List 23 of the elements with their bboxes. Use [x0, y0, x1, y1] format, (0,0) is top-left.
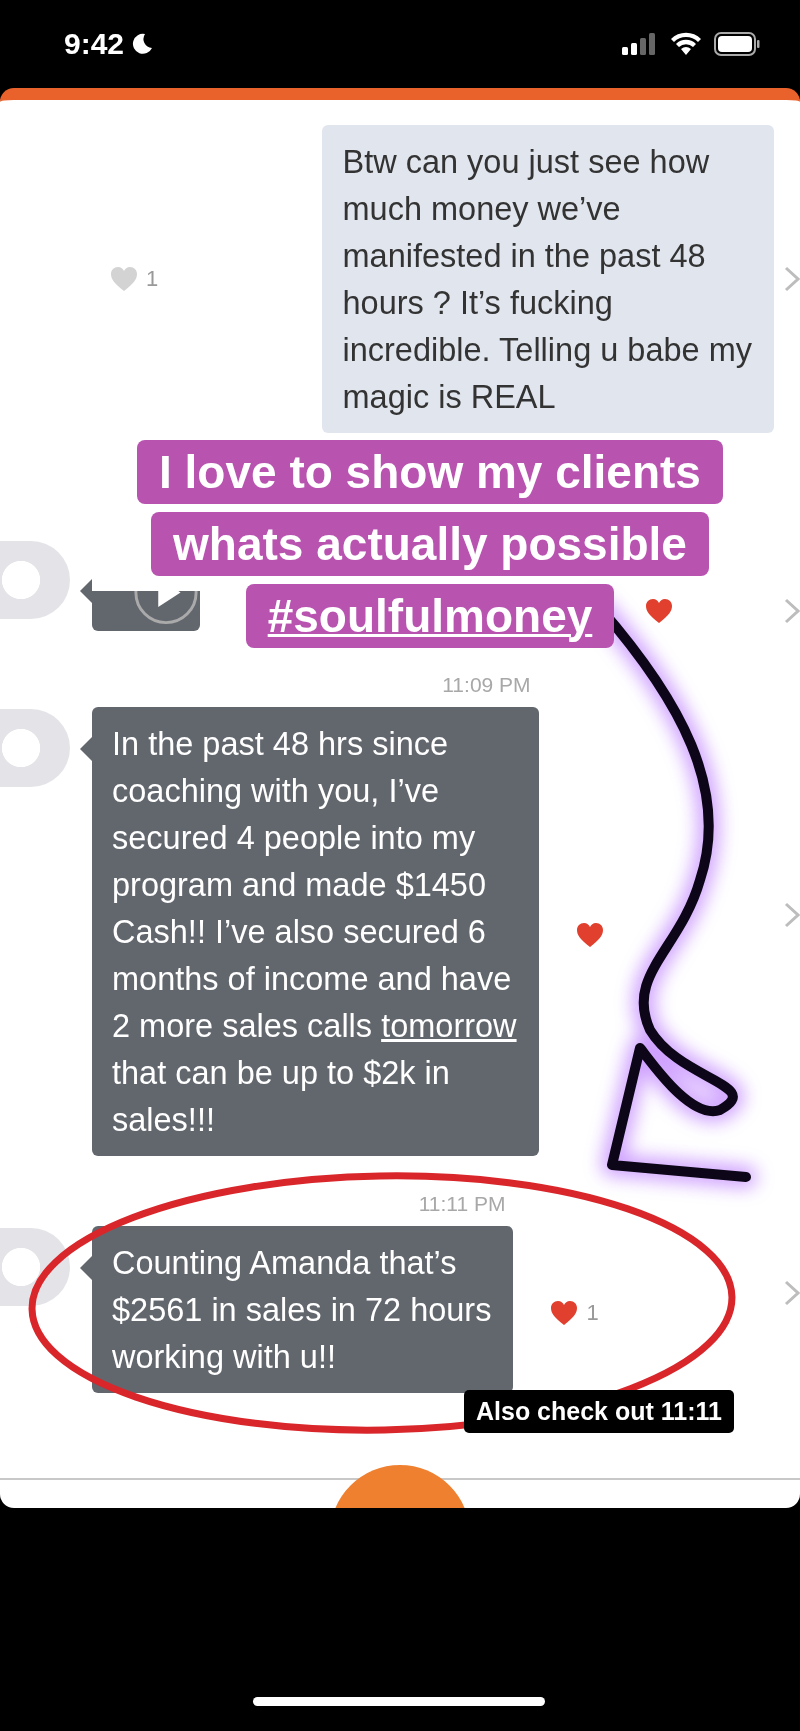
play-icon[interactable]	[132, 591, 200, 627]
message-text: Counting Amanda that’s $2561 in sales in 72 hours working with u!!	[92, 1226, 514, 1393]
chevron-right-icon[interactable]	[784, 598, 800, 624]
chevron-right-icon[interactable]	[784, 266, 800, 292]
heart-icon[interactable]	[645, 598, 673, 624]
signal-icon	[622, 32, 658, 56]
sticker-text: I love to show my clients whats actually possible #soulfulmoney	[70, 436, 790, 652]
battery-icon	[714, 32, 760, 56]
caption-text: Also check out 11:11	[464, 1390, 734, 1433]
clock-time: 9:42	[64, 27, 125, 61]
wifi-icon	[670, 32, 702, 56]
message-text: Btw can you just see how much money we’ve manifested in the past 48 hours ? It’s fucking incredible. Telling u babe my magic is REAL	[322, 125, 774, 433]
heart-icon[interactable]	[550, 1299, 579, 1326]
chevron-right-icon[interactable]	[784, 901, 800, 928]
timestamp: 11:09 PM	[442, 673, 531, 697]
heart-icon[interactable]	[575, 921, 604, 948]
message-text: In the past 48 hrs since coaching with you, I’ve secured 4 people into my program and made $1450 Cash!! I’ve also secured 6 months of income and have 2 more sales calls tomorrow that can be up to $2k in sales!!!	[92, 707, 539, 1156]
like-count: 1	[146, 266, 159, 292]
like-count: 1	[586, 1299, 599, 1326]
chevron-right-icon[interactable]	[784, 1279, 800, 1306]
moon-icon	[130, 32, 155, 56]
timestamp: 11:11 PM	[418, 1192, 506, 1216]
video-message-bubble[interactable]	[92, 591, 200, 631]
